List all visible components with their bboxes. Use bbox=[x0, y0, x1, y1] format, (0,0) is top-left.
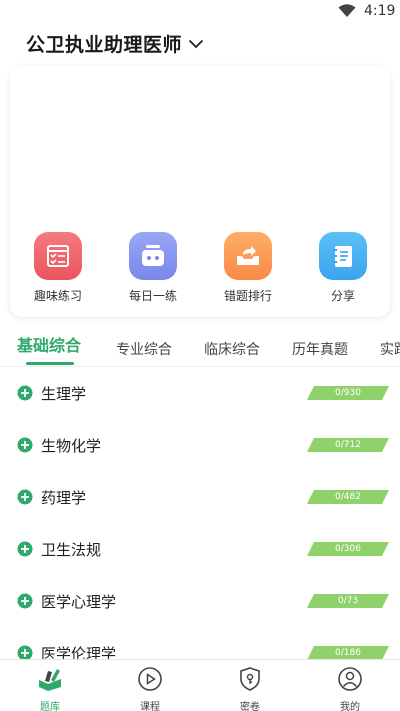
banner-card: 趣味练习 每日一练 错题排行 分享 bbox=[10, 66, 390, 317]
user-profile-icon bbox=[338, 667, 362, 691]
status-time: 4:19 bbox=[364, 3, 396, 19]
chevron-down-icon bbox=[188, 39, 204, 49]
page-title: 公卫执业助理医师 bbox=[26, 33, 183, 56]
progress-text: 0/306 bbox=[335, 544, 361, 554]
list-item[interactable]: 药理学 0/482 bbox=[0, 471, 400, 523]
tab-professional[interactable]: 专业综合 bbox=[116, 339, 172, 359]
quick-action-label: 趣味练习 bbox=[33, 289, 82, 303]
quick-action-fun-practice[interactable]: 趣味练习 bbox=[23, 232, 93, 304]
play-circle-icon bbox=[138, 667, 162, 691]
status-bar: 4:19 bbox=[0, 0, 400, 24]
shield-key-icon bbox=[240, 667, 260, 691]
tab-basic[interactable]: 基础综合 bbox=[17, 334, 81, 356]
category-tabs: 基础综合 专业综合 临床综合 历年真题 实践 bbox=[0, 334, 400, 368]
notebook-icon bbox=[319, 232, 367, 280]
subject-name: 卫生法规 bbox=[41, 541, 102, 559]
plus-circle-icon bbox=[17, 593, 33, 609]
robot-face-icon bbox=[129, 232, 177, 280]
progress-text: 0/482 bbox=[335, 492, 361, 502]
nav-secret-papers[interactable]: 密卷 bbox=[225, 666, 275, 711]
progress-text: 0/73 bbox=[337, 596, 359, 606]
nav-profile[interactable]: 我的 bbox=[325, 666, 375, 711]
subject-name: 生物化学 bbox=[41, 437, 102, 455]
nav-label: 我的 bbox=[340, 702, 360, 711]
bottom-nav: 题库 课程 密卷 我的 bbox=[0, 659, 400, 711]
list-item[interactable]: 医学心理学 0/73 bbox=[0, 575, 400, 627]
quick-action-share[interactable]: 分享 bbox=[308, 232, 378, 304]
list-item[interactable]: 生物化学 0/712 bbox=[0, 419, 400, 471]
question-bank-icon bbox=[39, 669, 61, 691]
subject-name: 医学心理学 bbox=[41, 593, 117, 611]
nav-label: 题库 bbox=[40, 702, 60, 711]
progress-text: 0/186 bbox=[335, 648, 361, 658]
quick-action-daily-practice[interactable]: 每日一练 bbox=[118, 232, 188, 304]
nav-label: 密卷 bbox=[240, 702, 260, 711]
plus-circle-icon bbox=[17, 541, 33, 557]
quick-action-label: 分享 bbox=[330, 289, 355, 303]
share-box-icon bbox=[224, 232, 272, 280]
plus-circle-icon bbox=[17, 437, 33, 453]
list-item[interactable]: 生理学 0/930 bbox=[0, 367, 400, 419]
nav-courses[interactable]: 课程 bbox=[125, 666, 175, 711]
checklist-icon bbox=[34, 232, 82, 280]
exam-selector[interactable]: 公卫执业助理医师 bbox=[26, 28, 204, 58]
nav-label: 课程 bbox=[140, 702, 160, 711]
quick-action-label: 每日一练 bbox=[128, 289, 177, 303]
tab-past-exams[interactable]: 历年真题 bbox=[292, 339, 348, 359]
wifi-icon bbox=[338, 4, 356, 17]
list-item[interactable]: 卫生法规 0/306 bbox=[0, 523, 400, 575]
progress-text: 0/930 bbox=[335, 388, 361, 398]
plus-circle-icon bbox=[17, 385, 33, 401]
active-tab-indicator bbox=[26, 362, 74, 365]
quick-action-label: 错题排行 bbox=[223, 289, 272, 303]
nav-question-bank[interactable]: 题库 bbox=[25, 666, 75, 711]
tab-clinical[interactable]: 临床综合 bbox=[204, 339, 260, 359]
subject-name: 药理学 bbox=[41, 489, 87, 507]
tab-practice[interactable]: 实践 bbox=[380, 339, 400, 359]
subject-name: 生理学 bbox=[41, 385, 87, 403]
quick-action-wrong-ranking[interactable]: 错题排行 bbox=[213, 232, 283, 304]
progress-text: 0/712 bbox=[335, 440, 361, 450]
plus-circle-icon bbox=[17, 489, 33, 505]
